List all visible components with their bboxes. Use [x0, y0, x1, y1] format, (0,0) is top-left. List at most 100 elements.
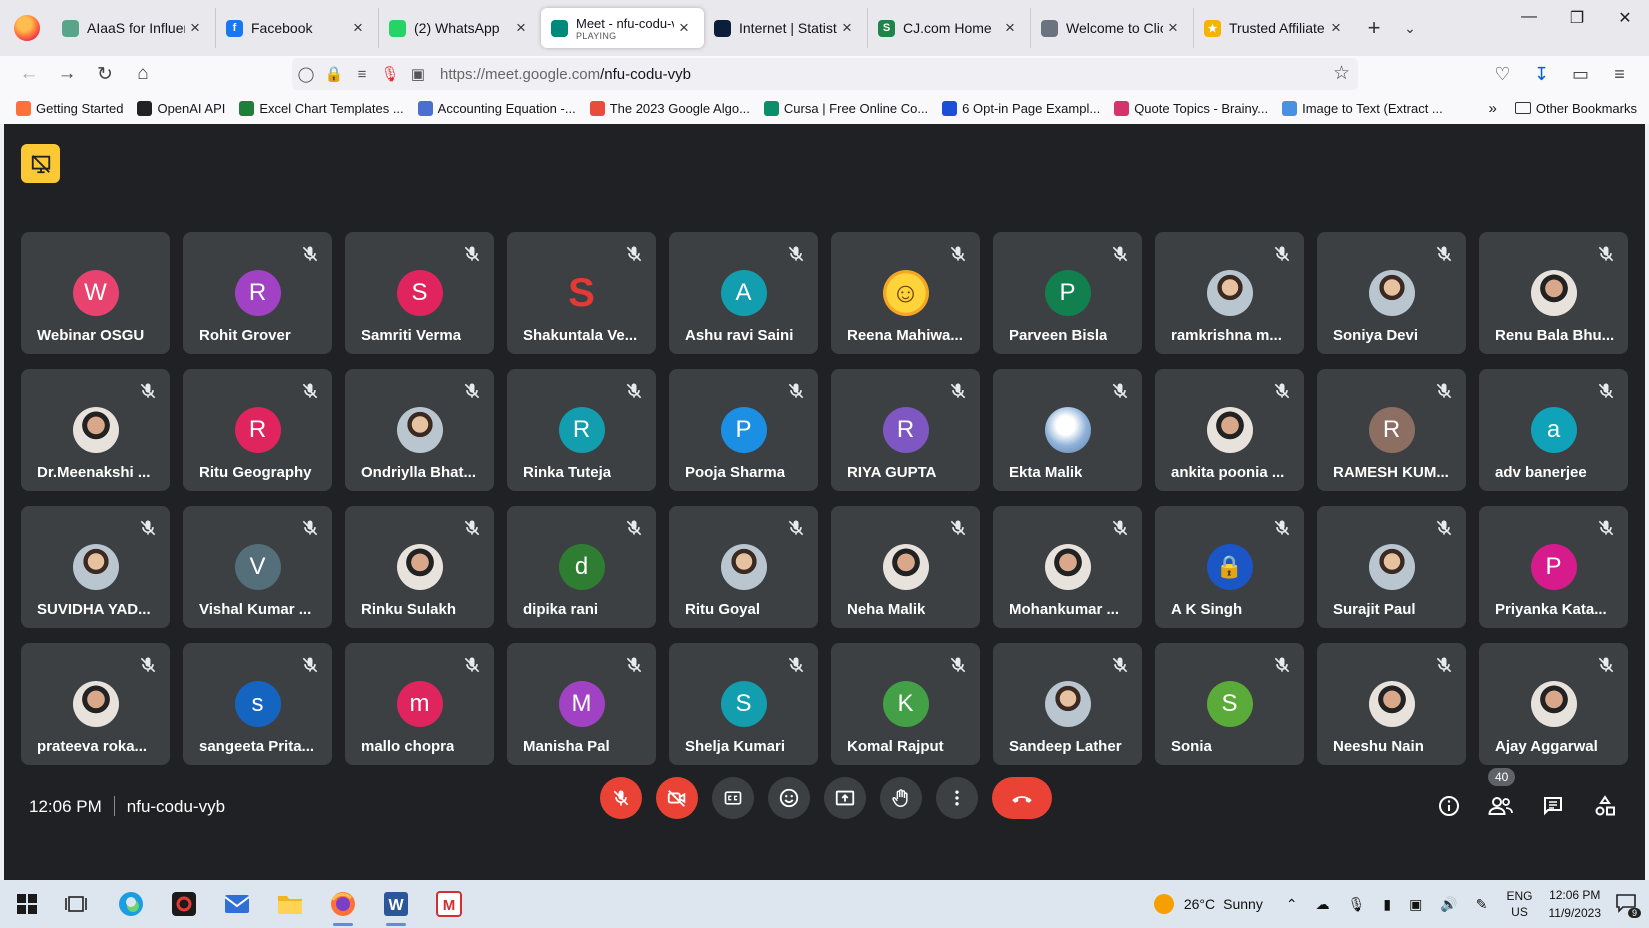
participant-tile[interactable]: R Rohit Grover: [183, 232, 332, 354]
close-tab-icon[interactable]: ×: [185, 18, 205, 38]
lock-icon[interactable]: 🔒: [320, 65, 348, 83]
chat-button[interactable]: [1527, 786, 1579, 826]
temperature[interactable]: 26°C: [1184, 896, 1215, 912]
extensions-icon[interactable]: ▭: [1561, 64, 1600, 85]
participant-tile[interactable]: W Webinar OSGU: [21, 232, 170, 354]
weather-text[interactable]: Sunny: [1223, 896, 1263, 912]
reactions-button[interactable]: [768, 777, 810, 819]
bookmark-item[interactable]: Image to Text (Extract ...: [1282, 100, 1443, 116]
meeting-details-button[interactable]: [1423, 786, 1475, 826]
leave-call-button[interactable]: [992, 777, 1052, 819]
restore-icon[interactable]: ❐: [1553, 8, 1601, 28]
participant-tile[interactable]: V Vishal Kumar ...: [183, 506, 332, 628]
windows-start-icon[interactable]: [11, 888, 43, 920]
more-options-button[interactable]: [936, 777, 978, 819]
mindmap-app-icon[interactable]: M: [433, 888, 465, 920]
permissions-icon[interactable]: ≡: [348, 66, 376, 83]
participant-tile[interactable]: R Ritu Geography: [183, 369, 332, 491]
browser-tab[interactable]: Meet - nfu-codu-v PLAYING ×: [541, 8, 704, 48]
participant-tile[interactable]: Surajit Paul: [1317, 506, 1466, 628]
participant-tile[interactable]: d dipika rani: [507, 506, 656, 628]
tracking-shield-icon[interactable]: ◯: [292, 65, 320, 83]
close-window-icon[interactable]: ✕: [1601, 8, 1649, 28]
microphone-off-button[interactable]: [600, 777, 642, 819]
participant-tile[interactable]: prateeva roka...: [21, 643, 170, 765]
participant-tile[interactable]: R RIYA GUPTA: [831, 369, 980, 491]
captions-button[interactable]: [712, 777, 754, 819]
browser-tab[interactable]: Welcome to Click×: [1030, 8, 1193, 48]
close-tab-icon[interactable]: ×: [348, 18, 368, 38]
presentation-stopped-icon[interactable]: [21, 144, 60, 183]
new-tab-button[interactable]: +: [1356, 15, 1392, 41]
raise-hand-button[interactable]: [880, 777, 922, 819]
meet-now-icon[interactable]: ▣: [1409, 896, 1422, 913]
bookmark-item[interactable]: Getting Started: [16, 100, 123, 116]
battery-icon[interactable]: ▮: [1383, 896, 1391, 913]
browser-tab[interactable]: (2) WhatsApp ×: [378, 8, 541, 48]
bookmark-item[interactable]: Accounting Equation -...: [417, 100, 576, 116]
bookmark-item[interactable]: The 2023 Google Algo...: [589, 100, 750, 116]
participant-tile[interactable]: Ajay Aggarwal: [1479, 643, 1628, 765]
participant-tile[interactable]: Ekta Malik: [993, 369, 1142, 491]
participant-tile[interactable]: Ritu Goyal: [669, 506, 818, 628]
back-arrow-icon[interactable]: ←: [10, 63, 48, 85]
microphone-active-icon[interactable]: 🎙: [376, 65, 404, 83]
close-tab-icon[interactable]: ×: [1000, 18, 1020, 38]
bookmark-item[interactable]: OpenAI API: [137, 100, 225, 116]
participant-tile[interactable]: m mallo chopra: [345, 643, 494, 765]
clock-date[interactable]: 12:06 PM 11/9/2023: [1549, 886, 1602, 922]
participant-tile[interactable]: Rinku Sulakh: [345, 506, 494, 628]
participant-tile[interactable]: R RAMESH KUM...: [1317, 369, 1466, 491]
participant-tile[interactable]: P Priyanka Kata...: [1479, 506, 1628, 628]
close-tab-icon[interactable]: ×: [1326, 18, 1346, 38]
other-bookmarks[interactable]: Other Bookmarks: [1536, 101, 1637, 116]
app-menu-icon[interactable]: ≡: [1600, 64, 1639, 85]
close-tab-icon[interactable]: ×: [837, 18, 857, 38]
people-button[interactable]: 40: [1475, 768, 1527, 826]
mail-icon[interactable]: [221, 888, 253, 920]
word-icon[interactable]: W: [380, 888, 412, 926]
participant-tile[interactable]: S Shelja Kumari: [669, 643, 818, 765]
participant-tile[interactable]: ankita poonia ...: [1155, 369, 1304, 491]
participant-tile[interactable]: Dr.Meenakshi ...: [21, 369, 170, 491]
participant-tile[interactable]: Mohankumar ...: [993, 506, 1142, 628]
bookmark-star-icon[interactable]: ☆: [1333, 62, 1350, 85]
browser-tab[interactable]: Internet | Statista ×: [704, 8, 867, 48]
firefox-menu-icon[interactable]: [14, 15, 40, 41]
microphone-tray-icon[interactable]: 🎙: [1348, 896, 1366, 913]
pocket-icon[interactable]: ♡: [1483, 64, 1522, 85]
bookmark-item[interactable]: Excel Chart Templates ...: [239, 100, 404, 116]
downloads-icon[interactable]: ↧: [1522, 64, 1561, 85]
present-now-button[interactable]: [824, 777, 866, 819]
bookmark-item[interactable]: Quote Topics - Brainy...: [1114, 100, 1268, 116]
browser-tab[interactable]: ★ Trusted Affiliate M×: [1193, 8, 1356, 48]
close-tab-icon[interactable]: ×: [674, 18, 694, 38]
participant-tile[interactable]: Renu Bala Bhu...: [1479, 232, 1628, 354]
participant-tile[interactable]: ramkrishna m...: [1155, 232, 1304, 354]
participant-tile[interactable]: ☺ Reena Mahiwa...: [831, 232, 980, 354]
close-tab-icon[interactable]: ×: [511, 18, 531, 38]
url-text[interactable]: https://meet.google.com/nfu-codu-vyb: [440, 66, 691, 83]
participant-tile[interactable]: Soniya Devi: [1317, 232, 1466, 354]
participant-tile[interactable]: S Samriti Verma: [345, 232, 494, 354]
browser-tab[interactable]: f Facebook ×: [215, 8, 378, 48]
participant-tile[interactable]: Neha Malik: [831, 506, 980, 628]
browser-tab[interactable]: AIaaS for Influence×: [52, 8, 215, 48]
participant-tile[interactable]: M Manisha Pal: [507, 643, 656, 765]
pen-icon[interactable]: ✎: [1476, 896, 1488, 913]
participant-tile[interactable]: S Shakuntala Ve...: [507, 232, 656, 354]
edge-browser-icon[interactable]: [115, 888, 147, 920]
close-tab-icon[interactable]: ×: [1163, 18, 1183, 38]
participant-tile[interactable]: Neeshu Nain: [1317, 643, 1466, 765]
activities-button[interactable]: [1579, 786, 1631, 826]
language-indicator[interactable]: ENG US: [1506, 888, 1532, 920]
participant-tile[interactable]: K Komal Rajput: [831, 643, 980, 765]
participant-tile[interactable]: Ondriylla Bhat...: [345, 369, 494, 491]
camera-off-button[interactable]: [656, 777, 698, 819]
minimize-icon[interactable]: —: [1505, 8, 1553, 28]
participant-tile[interactable]: SUVIDHA YAD...: [21, 506, 170, 628]
camera-blocked-icon[interactable]: ▣: [404, 65, 432, 83]
home-icon[interactable]: ⌂: [124, 63, 162, 85]
bookmark-item[interactable]: Cursa | Free Online Co...: [763, 100, 928, 116]
participant-tile[interactable]: P Parveen Bisla: [993, 232, 1142, 354]
